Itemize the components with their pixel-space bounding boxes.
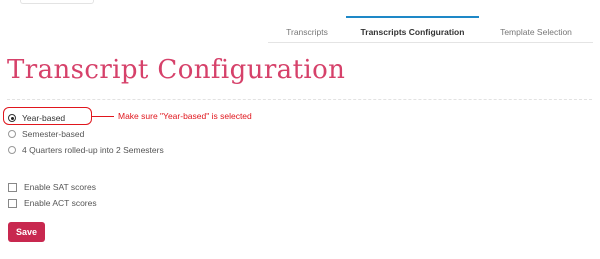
radio-label: 4 Quarters rolled-up into 2 Semesters	[22, 145, 164, 155]
annotation-callout-line	[92, 116, 114, 117]
annotation-highlight-box	[3, 107, 92, 125]
annotation-text: Make sure "Year-based" is selected	[118, 111, 252, 121]
tab-template-selection[interactable]: Template Selection	[479, 16, 593, 42]
checkbox-label: Enable ACT scores	[24, 198, 97, 208]
radio-option-semester-based[interactable]: Semester-based	[8, 129, 84, 139]
radio-button[interactable]	[8, 130, 16, 138]
radio-option-quarters-rolled-up[interactable]: 4 Quarters rolled-up into 2 Semesters	[8, 145, 164, 155]
tab-transcripts[interactable]: Transcripts	[268, 16, 346, 42]
checkbox-act[interactable]	[8, 198, 17, 208]
radio-label: Semester-based	[22, 129, 85, 139]
checkbox-option-act[interactable]: Enable ACT scores	[8, 198, 97, 208]
radio-button[interactable]	[8, 146, 16, 154]
tab-bar: Transcripts Transcripts Configuration Te…	[268, 16, 593, 43]
tab-transcripts-configuration[interactable]: Transcripts Configuration	[346, 16, 479, 42]
checkbox-sat[interactable]	[8, 182, 17, 192]
top-panel-edge	[20, 0, 94, 4]
save-button[interactable]: Save	[8, 222, 45, 242]
checkbox-option-sat[interactable]: Enable SAT scores	[8, 182, 96, 192]
page-title: Transcript Configuration	[7, 55, 346, 85]
checkbox-label: Enable SAT scores	[24, 182, 96, 192]
title-divider	[7, 99, 592, 100]
